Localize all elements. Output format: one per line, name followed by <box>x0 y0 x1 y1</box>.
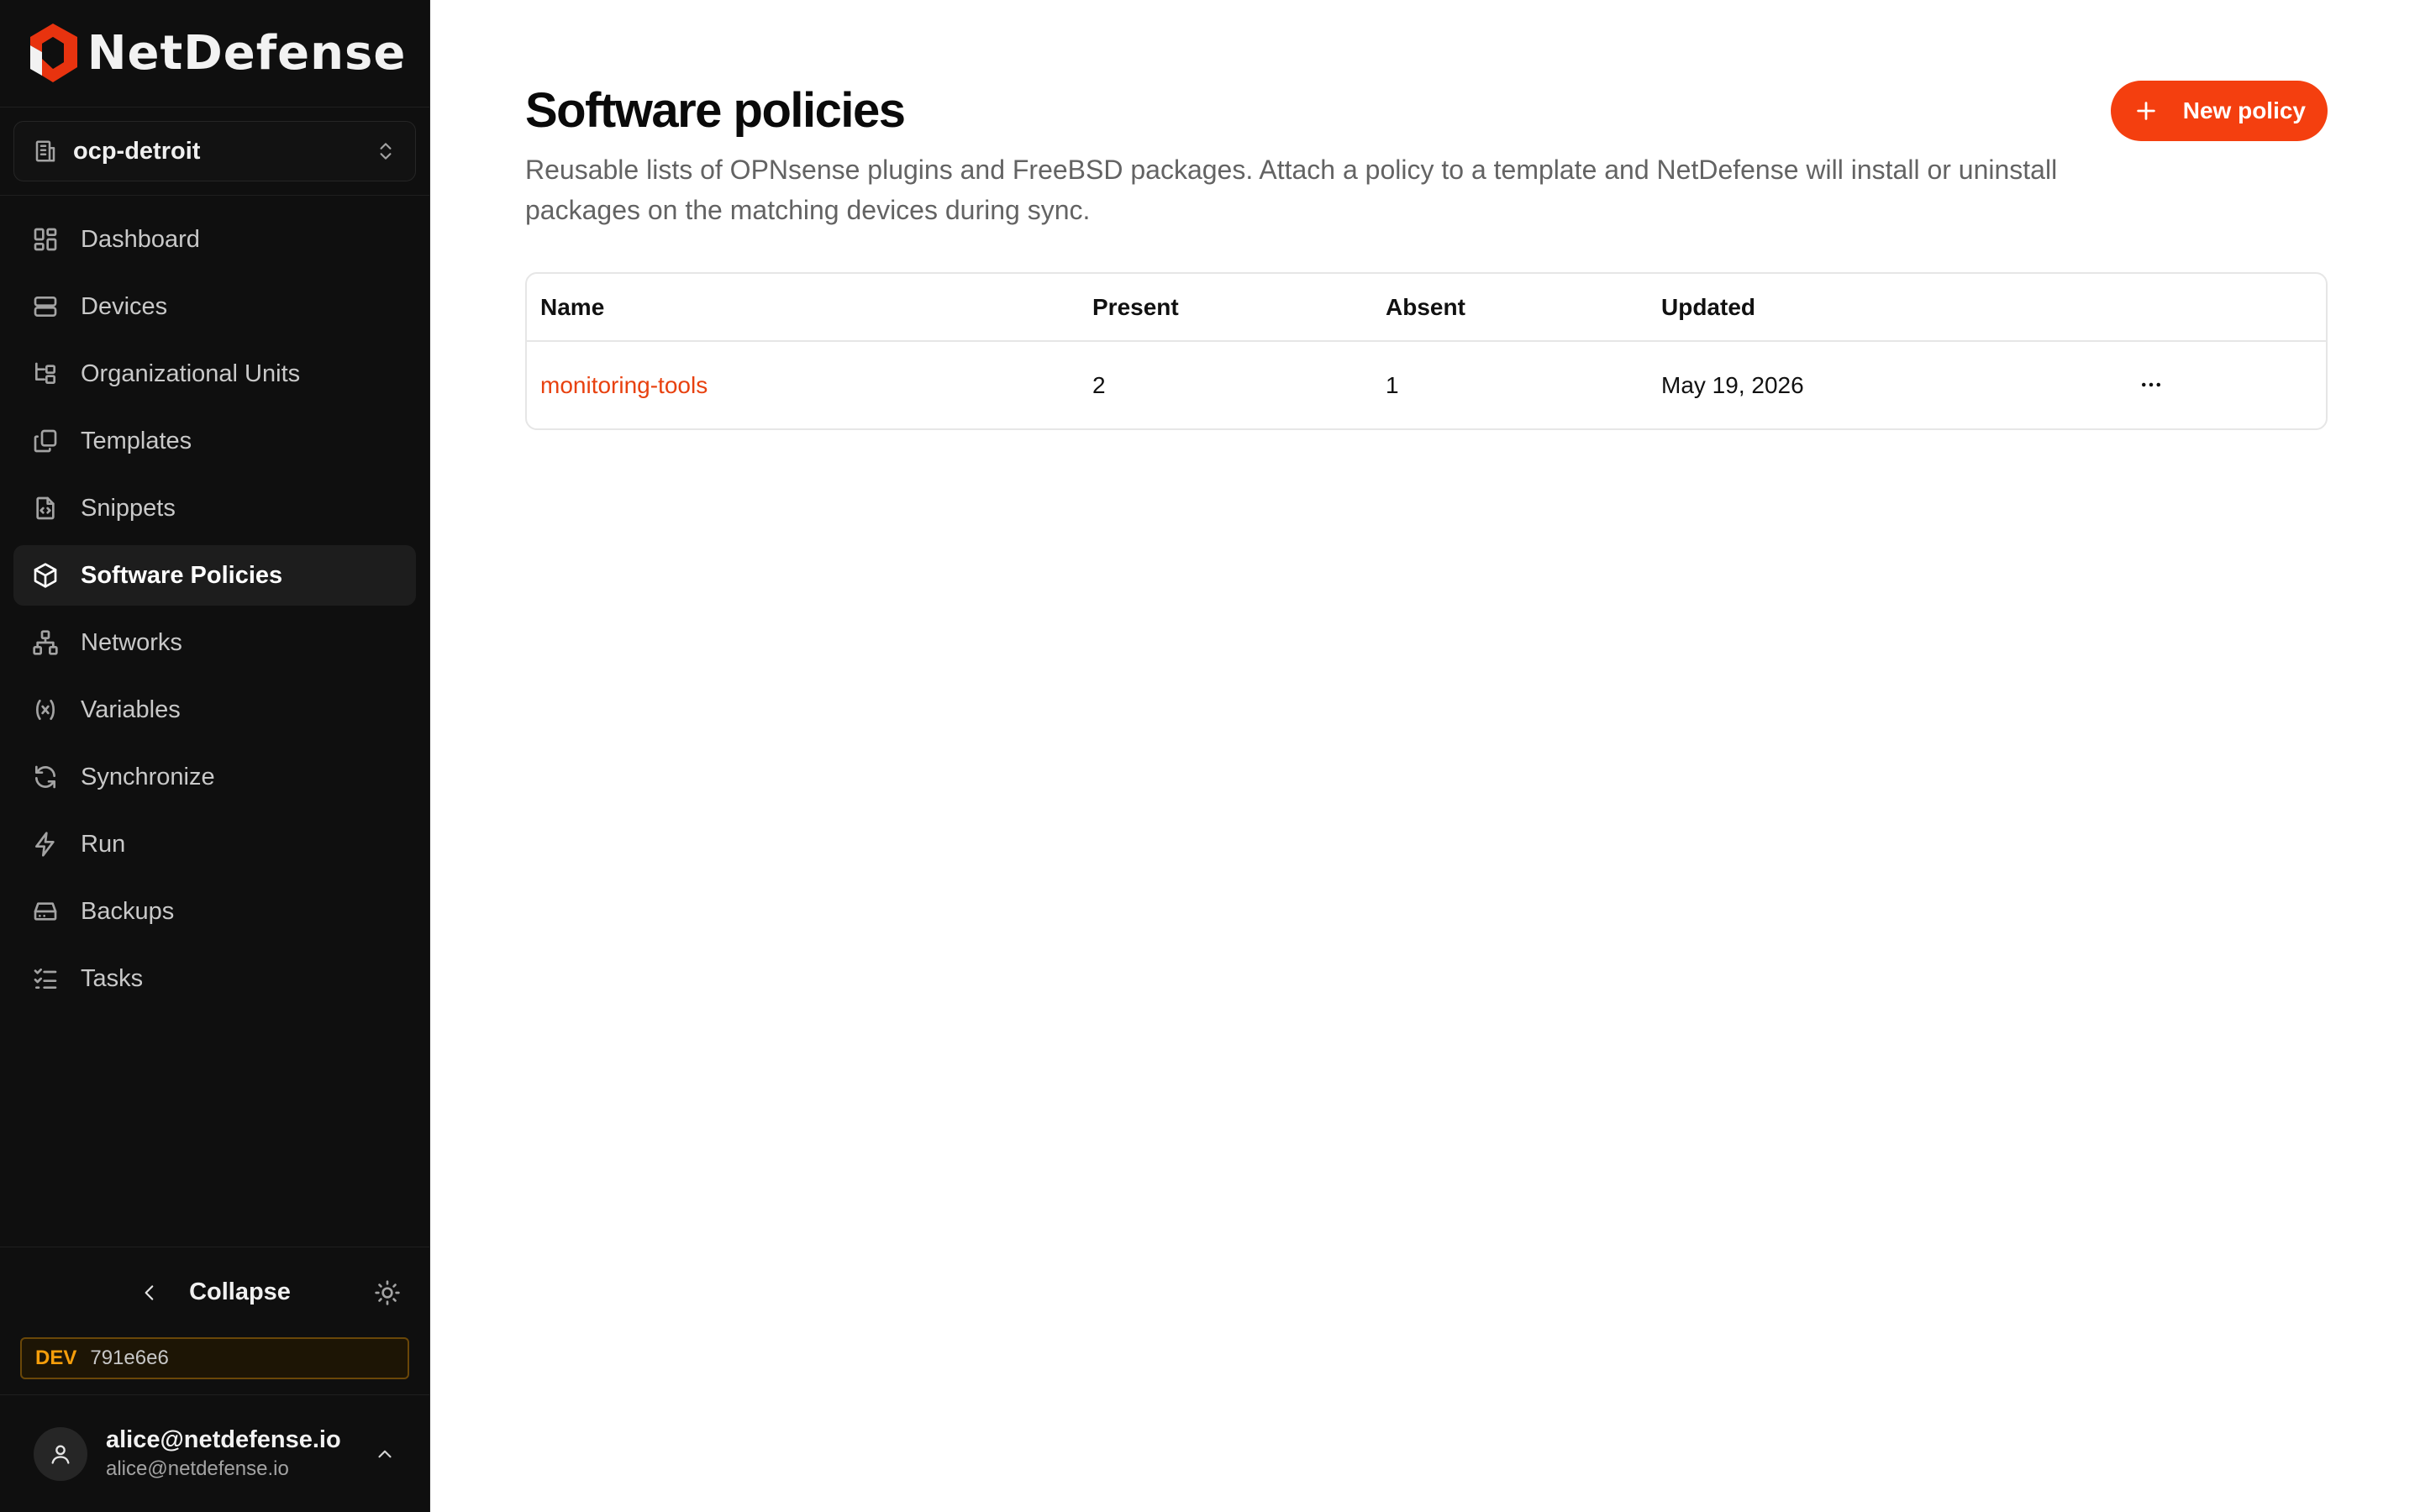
chevrons-up-down-icon <box>380 143 392 160</box>
sidebar-item-label: Backups <box>81 897 175 925</box>
sidebar-item-label: Networks <box>81 628 182 656</box>
collapse-button[interactable]: Collapse <box>139 1278 291 1306</box>
sidebar-item-label: Software Policies <box>81 561 283 589</box>
sidebar-item-label: Tasks <box>81 964 144 992</box>
sidebar-item-label: Dashboard <box>81 225 200 253</box>
sidebar-item-label: Snippets <box>81 494 176 522</box>
dashboard-icon <box>34 228 57 251</box>
sidebar-item-organizational-units[interactable]: Organizational Units <box>13 344 416 404</box>
network-icon <box>33 630 58 655</box>
building-icon <box>35 140 55 162</box>
policies-table: Name Present Absent Updated monitoring-t… <box>525 272 2328 430</box>
sidebar-item-devices[interactable]: Devices <box>13 276 416 337</box>
theme-toggle-button[interactable] <box>374 1279 401 1306</box>
sidebar-item-snippets[interactable]: Snippets <box>13 478 416 538</box>
hierarchy-icon <box>35 362 55 384</box>
chevron-left-icon <box>145 1284 154 1300</box>
present-count: 2 <box>1092 371 1106 398</box>
updated-date: May 19, 2026 <box>1661 371 1804 398</box>
sun-icon <box>375 1280 400 1305</box>
build-hash: 791e6e6 <box>90 1347 169 1369</box>
column-header-actions <box>2121 274 2326 342</box>
plus-icon <box>2137 102 2155 120</box>
column-header-present[interactable]: Present <box>1079 274 1372 342</box>
netdefense-logo-icon <box>29 23 77 82</box>
chevron-up-icon <box>378 1450 392 1457</box>
refresh-icon <box>35 765 55 789</box>
server-icon <box>34 297 57 317</box>
user-name: alice@netdefense.io <box>106 1426 341 1453</box>
org-name: ocp-detroit <box>73 137 201 165</box>
sidebar-item-label: Organizational Units <box>81 360 301 387</box>
avatar <box>34 1426 87 1481</box>
more-horizontal-icon <box>2142 382 2160 386</box>
sidebar-item-tasks[interactable]: Tasks <box>13 948 416 1009</box>
environment-badge: DEV 791e6e6 <box>20 1337 409 1379</box>
sidebar-item-networks[interactable]: Networks <box>13 612 416 673</box>
sidebar: NetDefense ocp-detroit Dashboard Devices… <box>0 0 430 1512</box>
brand-logo[interactable]: NetDefense <box>0 0 429 108</box>
absent-count: 1 <box>1386 371 1399 398</box>
zap-icon <box>35 832 55 857</box>
sidebar-item-variables[interactable]: Variables <box>13 680 416 740</box>
sidebar-item-software-policies[interactable]: Software Policies <box>13 545 416 606</box>
hard-drive-icon <box>34 902 57 921</box>
org-switcher[interactable]: ocp-detroit <box>13 121 416 181</box>
page-title: Software policies <box>525 83 906 138</box>
sidebar-item-backups[interactable]: Backups <box>13 881 416 942</box>
new-policy-button[interactable]: New policy <box>2110 81 2328 141</box>
sidebar-item-label: Run <box>81 830 126 858</box>
column-header-absent[interactable]: Absent <box>1372 274 1648 342</box>
sidebar-item-label: Synchronize <box>81 763 215 790</box>
main-content: Software policies Reusable lists of OPNs… <box>430 0 2420 1512</box>
sidebar-item-label: Devices <box>81 292 168 320</box>
variable-icon <box>36 700 55 720</box>
sidebar-item-run[interactable]: Run <box>13 814 416 874</box>
page-description: Reusable lists of OPNsense plugins and F… <box>525 155 2058 225</box>
sidebar-item-label: Templates <box>81 427 192 454</box>
list-checks-icon <box>34 969 57 989</box>
table-header-row: Name Present Absent Updated <box>527 274 2326 342</box>
brand-name: NetDefense <box>87 26 407 81</box>
sidebar-item-label: Variables <box>81 696 181 723</box>
table-row[interactable]: monitoring-tools 2 1 May 19, 2026 <box>527 341 2326 428</box>
policy-name-link[interactable]: monitoring-tools <box>540 372 708 398</box>
collapse-label: Collapse <box>189 1278 291 1305</box>
sidebar-nav: Dashboard Devices Organizational Units T… <box>0 196 429 1029</box>
user-email: alice@netdefense.io <box>106 1457 289 1480</box>
sidebar-item-templates[interactable]: Templates <box>13 411 416 471</box>
new-policy-label: New policy <box>2182 97 2306 123</box>
sidebar-item-synchronize[interactable]: Synchronize <box>13 747 416 807</box>
column-header-updated[interactable]: Updated <box>1648 274 2121 342</box>
sidebar-item-dashboard[interactable]: Dashboard <box>13 209 416 270</box>
row-actions-button[interactable] <box>2134 368 2168 402</box>
environment-tag: DEV <box>35 1347 77 1369</box>
column-header-name[interactable]: Name <box>527 274 1079 342</box>
user-menu[interactable]: alice@netdefense.io alice@netdefense.io <box>0 1394 429 1512</box>
page-header: Software policies Reusable lists of OPNs… <box>525 81 2328 230</box>
user-icon <box>51 1445 70 1464</box>
package-icon <box>34 563 57 588</box>
copy-icon <box>34 429 57 453</box>
file-code-icon <box>36 496 55 520</box>
